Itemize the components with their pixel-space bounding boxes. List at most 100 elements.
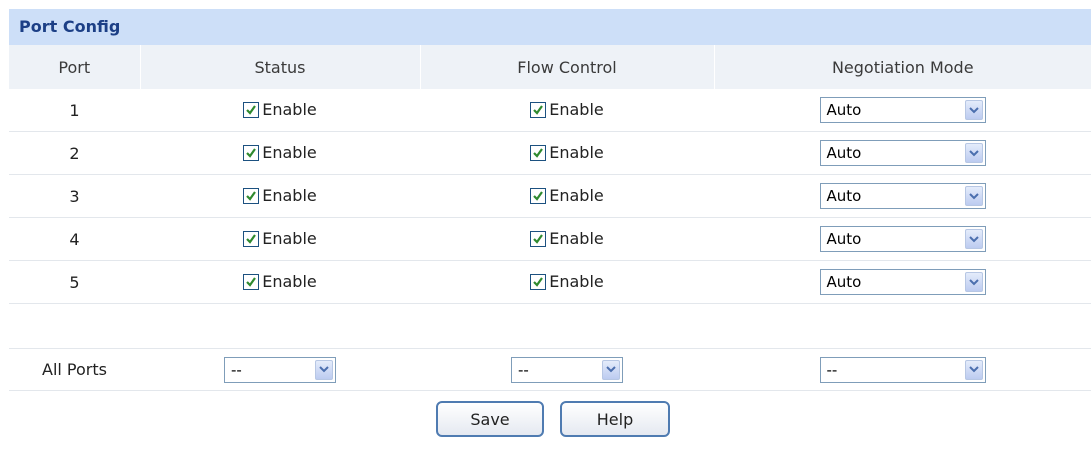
status-enable-label[interactable]: Enable (262, 272, 317, 291)
select-value: -- (826, 360, 838, 379)
negotiation-mode-select[interactable]: Auto (819, 226, 986, 252)
select-value: Auto (826, 144, 862, 162)
button-row: Save Help (0, 401, 1091, 437)
table-row: 5 Enable Enable Auto (9, 260, 1091, 304)
status-checkbox[interactable] (243, 230, 260, 247)
status-cell: Enable (140, 174, 420, 218)
flow-control-checkbox[interactable] (530, 101, 547, 118)
all-ports-status-select[interactable]: -- (224, 356, 336, 383)
status-cell: Enable (140, 131, 420, 175)
negotiation-mode-select[interactable]: Auto (819, 269, 986, 295)
port-number: 2 (9, 131, 140, 175)
all-ports-flow-control-select[interactable]: -- (511, 356, 623, 383)
negotiation-mode-cell: Auto (714, 174, 1091, 218)
chevron-down-icon[interactable] (964, 100, 983, 120)
checkmark-icon (245, 104, 257, 116)
help-button[interactable]: Help (560, 401, 670, 437)
flow-control-cell: Enable (420, 131, 714, 175)
all-ports-mode-cell: -- (714, 348, 1091, 391)
flow-control-enable-label[interactable]: Enable (549, 272, 604, 291)
chevron-down-icon[interactable] (315, 359, 333, 380)
negotiation-mode-cell: Auto (714, 89, 1091, 132)
flow-control-enable-control[interactable]: Enable (530, 100, 604, 119)
chevron-down-icon[interactable] (964, 229, 983, 249)
status-checkbox[interactable] (243, 144, 260, 161)
status-enable-label[interactable]: Enable (262, 143, 317, 162)
table-row: 1 Enable Enable Auto (9, 89, 1091, 132)
checkmark-icon (532, 190, 544, 202)
flow-control-cell: Enable (420, 260, 714, 304)
checkmark-icon (532, 104, 544, 116)
flow-control-enable-control[interactable]: Enable (530, 143, 604, 162)
header-negotiation-mode: Negotiation Mode (714, 45, 1091, 89)
select-value: Auto (826, 273, 862, 291)
checkmark-icon (245, 233, 257, 245)
flow-control-enable-control[interactable]: Enable (530, 229, 604, 248)
status-enable-label[interactable]: Enable (262, 186, 317, 205)
flow-control-enable-label[interactable]: Enable (549, 143, 604, 162)
flow-control-checkbox[interactable] (530, 144, 547, 161)
chevron-down-icon[interactable] (602, 359, 620, 380)
port-number: 4 (9, 217, 140, 261)
status-enable-label[interactable]: Enable (262, 229, 317, 248)
negotiation-mode-select[interactable]: Auto (819, 97, 986, 123)
table-body: 1 Enable Enable Auto 2 Enable Enable Auto 3 Enabl… (9, 89, 1091, 391)
status-enable-control[interactable]: Enable (243, 186, 317, 205)
blank-cell (714, 303, 1091, 349)
all-ports-row: All Ports -- -- -- (9, 348, 1091, 391)
status-checkbox[interactable] (243, 101, 260, 118)
status-checkbox[interactable] (243, 273, 260, 290)
header-flow-control: Flow Control (420, 45, 715, 89)
port-number: 3 (9, 174, 140, 218)
flow-control-enable-label[interactable]: Enable (549, 229, 604, 248)
checkmark-icon (532, 147, 544, 159)
select-value: Auto (826, 187, 862, 205)
table-row: 2 Enable Enable Auto (9, 131, 1091, 175)
table-row: 4 Enable Enable Auto (9, 217, 1091, 261)
all-ports-status-cell: -- (140, 348, 420, 391)
table-row: 3 Enable Enable Auto (9, 174, 1091, 218)
checkmark-icon (532, 233, 544, 245)
blank-cell (420, 303, 714, 349)
flow-control-enable-control[interactable]: Enable (530, 186, 604, 205)
flow-control-cell: Enable (420, 89, 714, 132)
flow-control-enable-control[interactable]: Enable (530, 272, 604, 291)
negotiation-mode-select[interactable]: Auto (819, 183, 986, 209)
flow-control-cell: Enable (420, 174, 714, 218)
blank-cell (9, 303, 140, 349)
negotiation-mode-cell: Auto (714, 260, 1091, 304)
status-enable-control[interactable]: Enable (243, 100, 317, 119)
select-value: Auto (826, 230, 862, 248)
status-checkbox[interactable] (243, 187, 260, 204)
table-header-row: Port Status Flow Control Negotiation Mod… (9, 45, 1091, 89)
all-ports-negotiation-mode-select[interactable]: -- (819, 356, 986, 383)
status-enable-label[interactable]: Enable (262, 100, 317, 119)
flow-control-checkbox[interactable] (530, 273, 547, 290)
status-cell: Enable (140, 260, 420, 304)
flow-control-enable-label[interactable]: Enable (549, 186, 604, 205)
flow-control-checkbox[interactable] (530, 187, 547, 204)
status-enable-control[interactable]: Enable (243, 272, 317, 291)
flow-control-checkbox[interactable] (530, 230, 547, 247)
checkmark-icon (245, 276, 257, 288)
port-config-table: Port Status Flow Control Negotiation Mod… (9, 45, 1091, 391)
port-config-panel: Port Config Port Status Flow Control Neg… (9, 9, 1091, 391)
header-port: Port (9, 45, 141, 89)
chevron-down-icon[interactable] (964, 186, 983, 206)
flow-control-enable-label[interactable]: Enable (549, 100, 604, 119)
chevron-down-icon[interactable] (964, 143, 983, 163)
negotiation-mode-select[interactable]: Auto (819, 140, 986, 166)
save-button[interactable]: Save (436, 401, 544, 437)
status-cell: Enable (140, 217, 420, 261)
port-number: 1 (9, 89, 140, 132)
blank-cell (140, 303, 420, 349)
negotiation-mode-cell: Auto (714, 131, 1091, 175)
all-ports-label: All Ports (9, 348, 140, 391)
chevron-down-icon[interactable] (964, 359, 983, 380)
select-value: -- (231, 360, 242, 379)
all-ports-flow-cell: -- (420, 348, 714, 391)
status-enable-control[interactable]: Enable (243, 229, 317, 248)
negotiation-mode-cell: Auto (714, 217, 1091, 261)
status-enable-control[interactable]: Enable (243, 143, 317, 162)
chevron-down-icon[interactable] (964, 272, 983, 292)
